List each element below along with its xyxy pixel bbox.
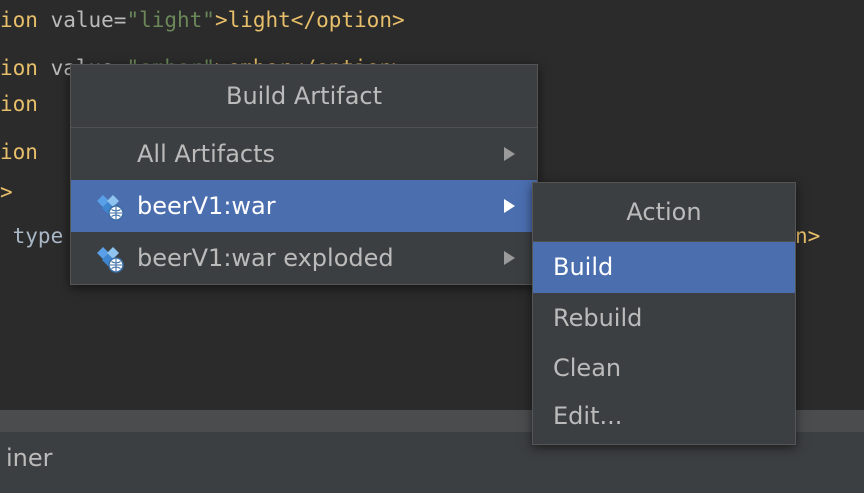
code-token: ion <box>0 140 38 164</box>
popup-title: Action <box>626 198 702 226</box>
menu-item-label: Rebuild <box>553 304 643 332</box>
menu-item-label: Clean <box>553 354 622 382</box>
artifact-icon <box>97 195 124 221</box>
chevron-right-icon <box>504 251 515 265</box>
menu-item-label: Edit... <box>553 402 623 430</box>
code-token: value= <box>50 8 127 32</box>
menu-item-beerv1-war[interactable]: beerV1:war <box>71 180 537 232</box>
menu-item-all-artifacts[interactable]: All Artifacts <box>71 128 537 180</box>
code-line: ion <box>0 86 38 122</box>
code-token: ion <box>0 92 38 116</box>
build-artifact-popup: Build Artifact All Artifacts beerV1:war … <box>70 64 538 285</box>
artifact-icon <box>97 247 124 273</box>
code-token: >light</option> <box>214 8 405 32</box>
popup-title: Build Artifact <box>226 82 382 110</box>
code-token: n> <box>795 224 821 248</box>
code-line: ion <box>0 134 38 170</box>
menu-item-label: All Artifacts <box>137 140 276 168</box>
menu-item-label: Build <box>553 253 614 281</box>
code-line: > <box>0 174 13 210</box>
code-token: "light" <box>126 8 215 32</box>
code-token: > <box>0 180 13 204</box>
menu-item-build[interactable]: Build <box>533 242 795 293</box>
menu-item-label: beerV1:war <box>137 192 276 220</box>
chevron-right-icon <box>504 147 515 161</box>
code-token: type <box>0 224 64 248</box>
code-line-right-fragment: n> <box>795 218 820 254</box>
menu-item-edit[interactable]: Edit... <box>533 392 795 444</box>
menu-item-clean[interactable]: Clean <box>533 344 795 392</box>
menu-item-rebuild[interactable]: Rebuild <box>533 293 795 344</box>
action-popup: Action Build Rebuild Clean Edit... <box>532 182 796 445</box>
status-text: iner <box>6 444 53 472</box>
code-token: ion <box>0 56 51 80</box>
menu-item-beerv1-war-exploded[interactable]: beerV1:war exploded <box>71 232 537 284</box>
menu-item-label: beerV1:war exploded <box>137 244 394 272</box>
chevron-right-icon <box>504 199 515 213</box>
code-line: ion value="light">light</option> <box>0 2 405 38</box>
code-token: ion <box>0 8 51 32</box>
code-line: type <box>0 218 64 254</box>
